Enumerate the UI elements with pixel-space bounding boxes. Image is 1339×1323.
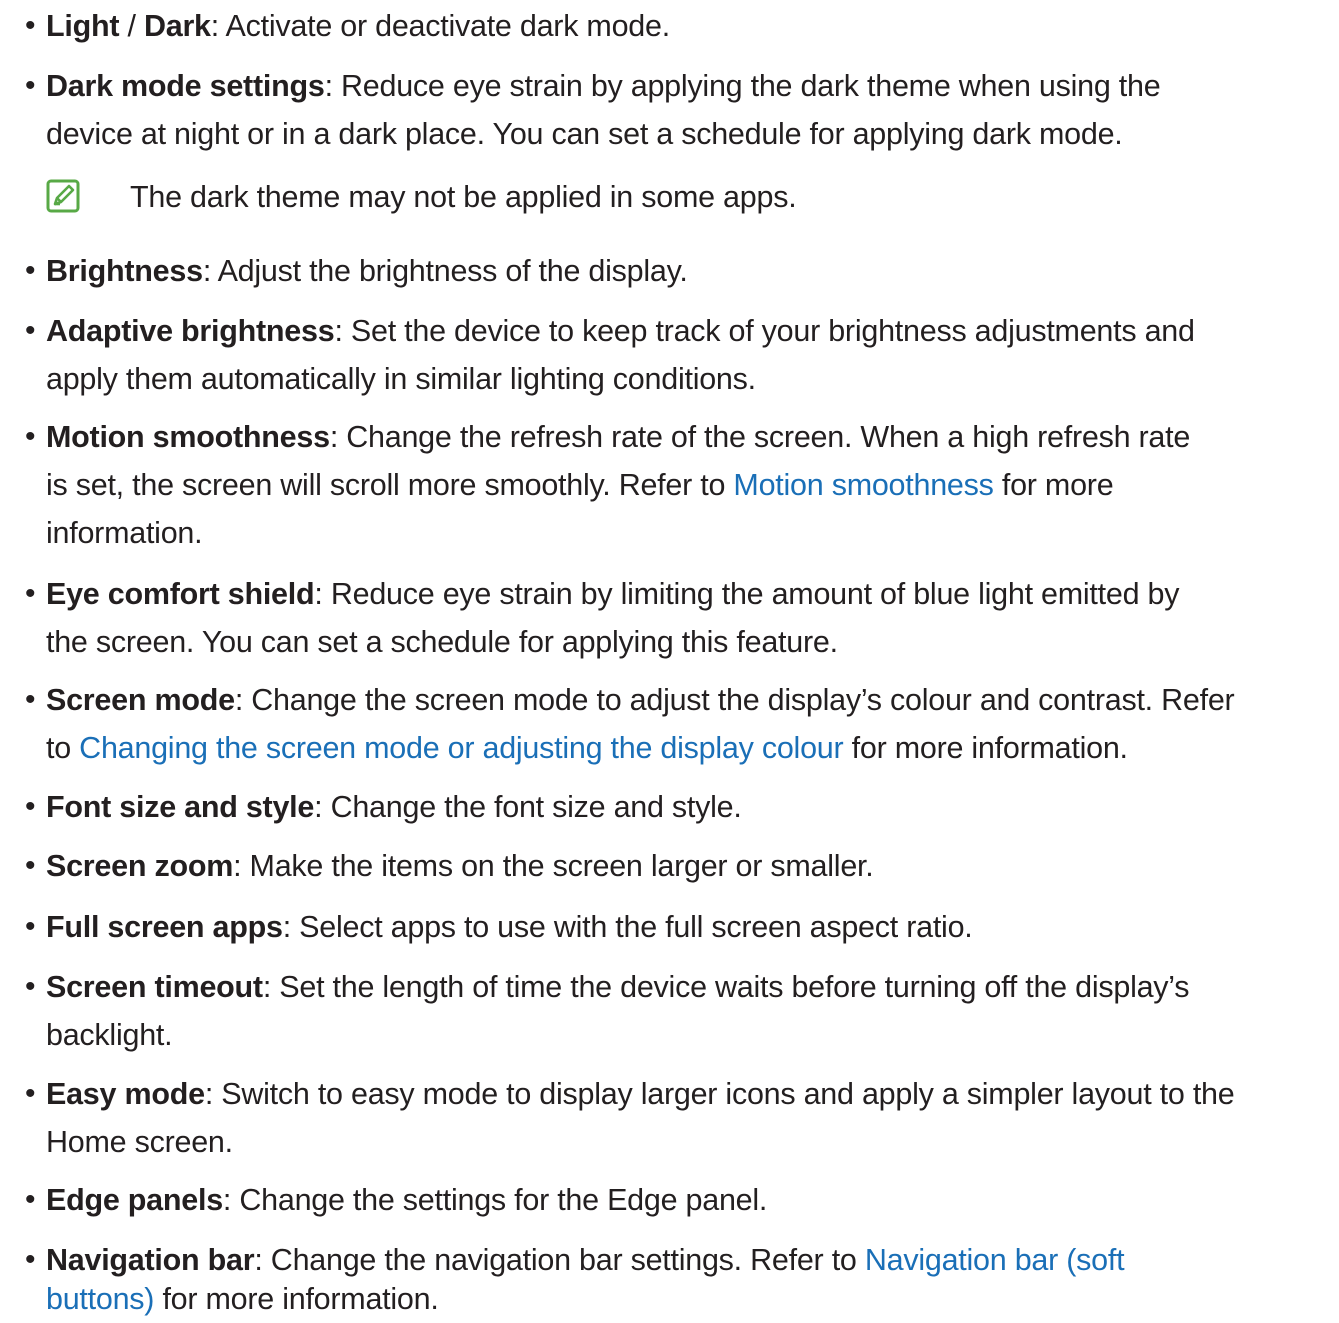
line: Dark mode settings: Reduce eye strain by… [46,69,1161,103]
line: Eye comfort shield: Reduce eye strain by… [46,577,1180,611]
line: Font size and style: Change the font siz… [46,790,742,824]
bullet: • [25,910,36,943]
line: Motion smoothness: Change the refresh ra… [46,420,1191,454]
line: Edge panels: Change the settings for the… [46,1183,768,1217]
bullet: • [25,9,36,42]
term: Dark mode settings [46,69,325,103]
bullet: • [25,970,36,1003]
term: Screen mode [46,683,235,717]
line: Home screen. [46,1125,233,1159]
term: Full screen apps [46,910,283,944]
note-callout: The dark theme may not be applied in som… [46,173,1336,221]
term: Brightness [46,254,203,288]
line: Screen zoom: Make the items on the scree… [46,849,874,883]
line: device at night or in a dark place. You … [46,117,1123,151]
line: Brightness: Adjust the brightness of the… [46,254,688,288]
line: Screen timeout: Set the length of time t… [46,970,1190,1004]
link-navigation-bar[interactable]: Navigation bar (soft [865,1243,1125,1277]
line: Screen mode: Change the screen mode to a… [46,683,1235,717]
term-light: Light [46,9,120,43]
line: Easy mode: Switch to easy mode to displa… [46,1077,1235,1111]
bullet: • [25,254,36,287]
term: Edge panels [46,1183,223,1217]
line: to Changing the screen mode or adjusting… [46,731,1128,765]
bullet: • [25,683,36,716]
bullet: • [25,1183,36,1216]
note-pencil-icon [46,179,80,213]
term: Motion smoothness [46,420,330,454]
bullet: • [25,69,36,102]
line: apply them automatically in similar ligh… [46,362,756,396]
bullet: • [25,790,36,823]
term: Easy mode [46,1077,205,1111]
bullet: • [25,577,36,610]
bullet: • [25,849,36,882]
term: Eye comfort shield [46,577,315,611]
term: Screen timeout [46,970,263,1004]
bullet: • [25,1077,36,1110]
bullet: • [25,314,36,347]
term: Navigation bar [46,1243,255,1277]
link-motion-smoothness[interactable]: Motion smoothness [733,468,993,502]
link-navigation-bar-cont[interactable]: buttons) [46,1282,154,1316]
bullet: • [25,420,36,453]
term: Screen zoom [46,849,234,883]
link-changing-screen-mode[interactable]: Changing the screen mode or adjusting th… [79,731,843,765]
line: Light / Dark: Activate or deactivate dar… [46,9,670,43]
term-dark: Dark [143,9,211,43]
bullet: • [25,1243,36,1276]
term: Font size and style [46,790,315,824]
line: is set, the screen will scroll more smoo… [46,468,1114,502]
line: Adaptive brightness: Set the device to k… [46,314,1195,348]
term: Adaptive brightness [46,314,335,348]
line: information. [46,516,203,550]
line: the screen. You can set a schedule for a… [46,625,838,659]
line: backlight. [46,1018,173,1052]
note-text: The dark theme may not be applied in som… [130,180,797,214]
line: Full screen apps: Select apps to use wit… [46,910,973,944]
